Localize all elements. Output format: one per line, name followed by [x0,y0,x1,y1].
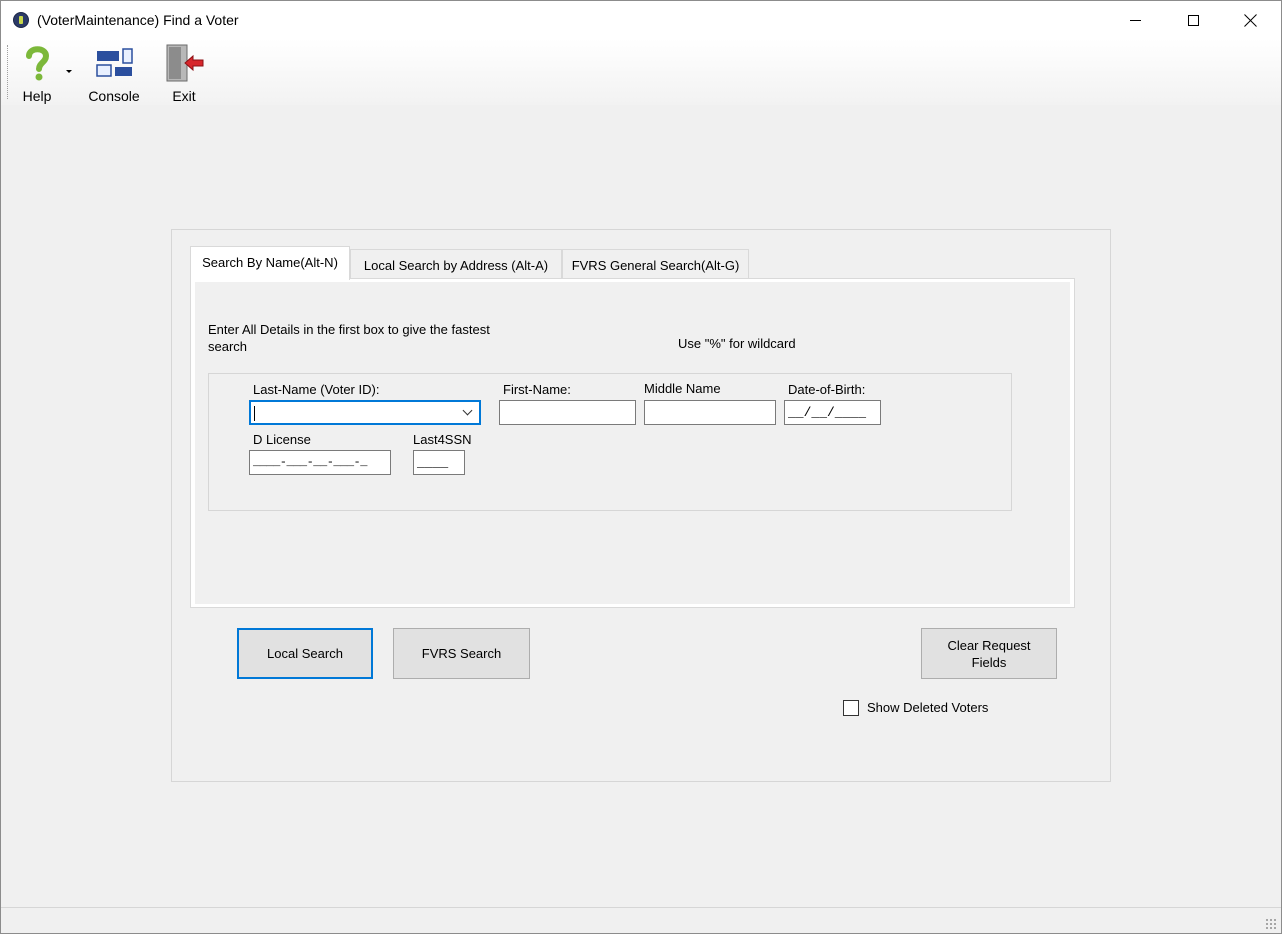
status-bar [1,907,1281,933]
last4ssn-field[interactable]: ____ [413,450,465,475]
last4ssn-label: Last4SSN [413,432,472,447]
title-bar: (VoterMaintenance) Find a Voter [1,1,1281,39]
tab-local-search-by-address[interactable]: Local Search by Address (Alt-A) [350,249,562,279]
first-name-field[interactable] [499,400,636,425]
d-license-label: D License [253,432,311,447]
exit-door-icon [166,44,204,82]
close-button[interactable] [1222,1,1280,39]
first-name-label: First-Name: [503,382,571,397]
dob-label: Date-of-Birth: [788,382,866,397]
exit-button[interactable]: Exit [159,43,209,104]
console-button[interactable]: Console [83,43,145,104]
close-icon [1244,13,1258,27]
console-label: Console [88,88,140,104]
last-name-combobox[interactable] [249,400,481,425]
show-deleted-voters-label[interactable]: Show Deleted Voters [867,700,988,715]
fvrs-search-label: FVRS Search [421,646,502,661]
middle-name-label: Middle Name [644,381,721,396]
tab-search-by-name[interactable]: Search By Name(Alt-N) [190,246,350,280]
chevron-down-icon[interactable] [462,405,473,416]
help-question-icon [26,46,50,81]
help-button[interactable]: Help [15,43,59,104]
console-layout-icon [96,48,133,77]
local-search-button[interactable]: Local Search [237,628,373,679]
toolbar: Help Console Exit [1,39,1281,105]
help-label: Help [22,88,52,104]
clear-label-line2: Fields [971,654,1007,670]
exit-label: Exit [172,88,196,104]
toolbar-grip[interactable] [7,45,10,99]
show-deleted-voters-checkbox[interactable] [843,700,859,716]
minimize-icon [1129,19,1141,21]
find-voter-window: (VoterMaintenance) Find a Voter Help Con… [0,0,1282,934]
window-title: (VoterMaintenance) Find a Voter [37,12,239,28]
middle-name-field[interactable] [644,400,776,425]
text-caret [254,406,255,421]
maximize-icon [1187,14,1199,26]
last-name-label: Last-Name (Voter ID): [253,382,380,397]
dob-field[interactable]: __/__/____ [784,400,881,425]
clear-request-fields-label: Clear Request Fields [947,637,1030,671]
tab-fvrs-general-search[interactable]: FVRS General Search(Alt-G) [562,249,749,279]
fvrs-search-button[interactable]: FVRS Search [393,628,530,679]
maximize-button[interactable] [1164,1,1222,39]
local-search-label: Local Search [267,646,343,661]
app-info-icon [13,12,29,28]
minimize-button[interactable] [1106,1,1164,39]
d-license-field[interactable]: ____-___-__-___-_ [249,450,391,475]
clear-request-fields-button[interactable]: Clear Request Fields [921,628,1057,679]
help-dropdown-arrow-icon[interactable] [66,70,72,73]
wildcard-note: Use "%" for wildcard [678,336,796,351]
resize-grip-icon[interactable] [1265,918,1277,930]
clear-label-line1: Clear Request [947,637,1031,653]
search-hint-text: Enter All Details in the first box to gi… [208,322,490,354]
